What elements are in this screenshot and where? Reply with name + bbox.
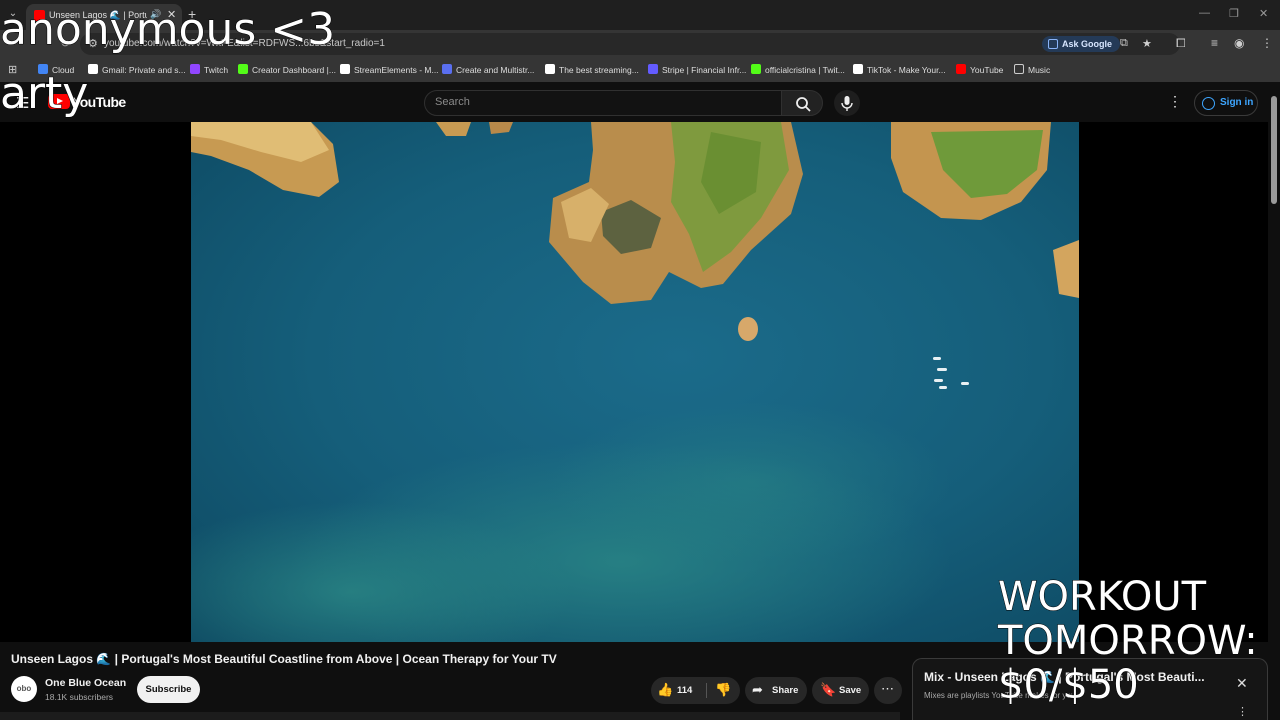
- youtube-icon: [956, 64, 966, 74]
- youtube-masthead: ☰ YouTube ⋮ Sign in: [0, 82, 1280, 122]
- channel-name[interactable]: One Blue Ocean: [45, 677, 126, 689]
- kick-icon: [751, 64, 761, 74]
- thumbs-down-icon: 👎: [715, 682, 732, 697]
- bookmark-item[interactable]: StreamElements - M...: [340, 62, 439, 78]
- stripe-icon: [648, 64, 658, 74]
- search-input[interactable]: [435, 96, 755, 108]
- restore-icon[interactable]: ❐: [1229, 7, 1239, 20]
- kick-icon: [238, 64, 248, 74]
- tiktok-icon: [853, 64, 863, 74]
- ask-google-button[interactable]: Ask Google: [1042, 36, 1121, 52]
- bookmark-label: TikTok - Make Your...: [867, 65, 946, 75]
- video-frame[interactable]: [191, 122, 1079, 642]
- microphone-icon: [841, 96, 853, 111]
- bookmark-label: Stripe | Financial Infr...: [662, 65, 747, 75]
- overlay-goal-line2: TOMORROW:: [998, 618, 1259, 664]
- bookmarks-bar: ⊞ Cloud Gmail: Private and s... Twitch Crea…: [0, 58, 1280, 82]
- install-app-icon[interactable]: ⧉: [1120, 37, 1128, 50]
- overlay-goal-line3: $0/$50: [998, 662, 1140, 708]
- bookmark-label: StreamElements - M...: [354, 65, 439, 75]
- bookmark-item[interactable]: Gmail: Private and s...: [88, 62, 186, 78]
- lens-icon: [1048, 39, 1058, 49]
- like-count: 114: [677, 685, 693, 696]
- thumbs-up-icon: 👍: [657, 682, 674, 697]
- save-button[interactable]: 🔖 Save: [812, 677, 869, 704]
- video-title-part1: Unseen Lagos: [11, 652, 94, 666]
- channel-avatar[interactable]: obo: [11, 676, 37, 702]
- overlay-goal-line1: WORKOUT: [998, 574, 1207, 620]
- more-actions-button[interactable]: ⋯: [874, 677, 902, 704]
- save-label: Save: [839, 685, 862, 696]
- bookmark-item[interactable]: Music: [1014, 62, 1050, 78]
- page-scrollbar[interactable]: [1268, 86, 1280, 720]
- bookmark-item[interactable]: Creator Dashboard |...: [238, 62, 336, 78]
- minimize-icon[interactable]: —: [1199, 7, 1210, 19]
- bookmark-label: Twitch: [204, 65, 229, 75]
- video-title: Unseen Lagos 🌊 | Portugal's Most Beautif…: [11, 652, 557, 666]
- share-button[interactable]: ➦ Share: [745, 677, 807, 704]
- streamelements-icon: [340, 64, 350, 74]
- dislike-button[interactable]: 👎: [707, 677, 740, 704]
- subscriber-count: 18.1K subscribers: [45, 692, 114, 702]
- bookmark-label: Gmail: Private and s...: [102, 65, 186, 75]
- sign-in-label: Sign in: [1220, 97, 1254, 108]
- bookmark-label: Create and Multistr...: [456, 65, 535, 75]
- bookmark-item[interactable]: TikTok - Make Your...: [853, 62, 946, 78]
- ask-google-label: Ask Google: [1062, 39, 1113, 49]
- search-button[interactable]: [781, 90, 823, 116]
- profile-icon[interactable]: ◉: [1234, 36, 1244, 50]
- share-label: Share: [772, 685, 799, 696]
- browser-menu-icon[interactable]: ⋮: [1261, 36, 1273, 50]
- video-player[interactable]: [0, 122, 1268, 642]
- media-controls-icon[interactable]: ≡: [1211, 36, 1218, 50]
- like-dislike-group: 👍 114 👎: [651, 677, 740, 704]
- overlay-goal: WORKOUT TOMORROW: $0/$50: [998, 574, 1259, 708]
- bookmark-item[interactable]: Twitch: [190, 62, 228, 78]
- bookmark-star-icon[interactable]: ★: [1142, 37, 1152, 50]
- restream-icon: [442, 64, 452, 74]
- bookmark-label: Music: [1028, 65, 1051, 75]
- bookmark-item[interactable]: Stripe | Financial Infr...: [648, 62, 746, 78]
- description-box-edge: [0, 712, 900, 720]
- overlay-alert-name-2: arty: [0, 68, 89, 119]
- extensions-icon[interactable]: ⧠: [1176, 36, 1186, 51]
- bookmark-icon: 🔖: [820, 682, 837, 697]
- scrollbar-thumb[interactable]: [1271, 96, 1277, 204]
- google-icon: [88, 64, 98, 74]
- settings-menu-icon[interactable]: ⋮: [1168, 93, 1182, 110]
- bookmark-item[interactable]: The best streaming...: [545, 62, 639, 78]
- aerial-coastline-video-frame: [191, 122, 1079, 642]
- search-box[interactable]: [424, 90, 782, 116]
- bookmark-item[interactable]: Create and Multistr...: [442, 62, 534, 78]
- search-icon: [796, 97, 811, 112]
- diamond-icon: [545, 64, 555, 74]
- twitch-icon: [190, 64, 200, 74]
- bookmark-label: The best streaming...: [559, 65, 639, 75]
- bookmark-item[interactable]: officialcristina | Twit...: [751, 62, 845, 78]
- wave-emoji-icon: 🌊: [96, 652, 112, 666]
- voice-search-button[interactable]: [834, 90, 860, 116]
- bookmark-item[interactable]: YouTube: [956, 62, 1003, 78]
- folder-icon: [1014, 64, 1024, 74]
- bookmark-label: officialcristina | Twit...: [765, 65, 845, 75]
- sign-in-button[interactable]: Sign in: [1194, 90, 1258, 116]
- video-title-part2: | Portugal's Most Beautiful Coastline fr…: [111, 652, 557, 666]
- bookmark-label: YouTube: [970, 65, 1004, 75]
- share-arrow-icon: ➦: [752, 682, 763, 697]
- subscribe-button[interactable]: Subscribe: [137, 676, 200, 703]
- bookmark-label: Creator Dashboard |...: [252, 65, 336, 75]
- window-close-icon[interactable]: ✕: [1259, 7, 1268, 20]
- like-button[interactable]: 👍 114: [651, 677, 705, 704]
- overlay-alert-name: anonymous <3: [0, 4, 336, 55]
- account-icon: [1202, 97, 1215, 110]
- more-horizontal-icon: ⋯: [881, 681, 894, 696]
